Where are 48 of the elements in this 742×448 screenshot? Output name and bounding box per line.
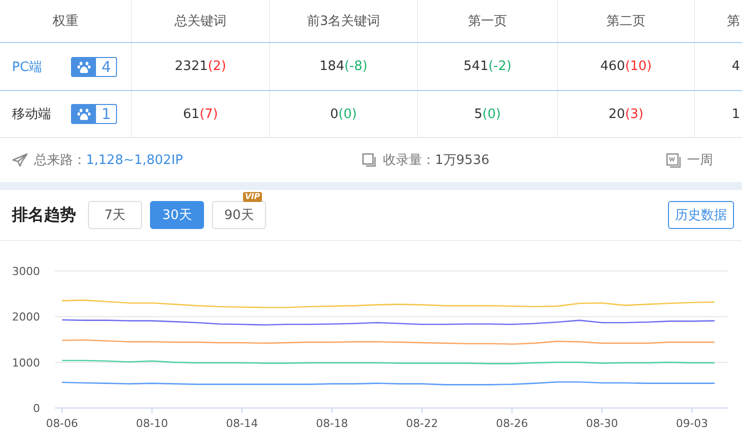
platform-label: 移动端: [12, 106, 51, 123]
squares-icon: [362, 152, 377, 168]
platform-label[interactable]: PC端: [12, 58, 42, 76]
keyword-count: 184(-8): [320, 59, 368, 74]
paper-plane-icon: [12, 153, 28, 167]
x-axis-label: 08-10: [136, 417, 168, 430]
stat-label: 总来路：: [34, 152, 86, 169]
x-axis-label: 08-18: [316, 417, 348, 430]
range-button[interactable]: 7天: [88, 201, 142, 229]
column-header: 第二页: [558, 0, 695, 42]
range-button[interactable]: 30天: [150, 201, 204, 229]
column-header: 前3名关键词: [270, 0, 418, 42]
weight-badge: 1: [71, 104, 117, 124]
x-axis-label: 08-06: [46, 417, 78, 430]
x-axis-label: 08-26: [496, 417, 528, 430]
column-header: 第一页: [418, 0, 558, 42]
paw-icon: [77, 60, 92, 74]
keyword-count: 0(0): [330, 106, 357, 122]
section-title: 排名趋势: [12, 204, 76, 226]
keyword-count: 20(3): [608, 106, 644, 122]
keyword-count: 2321(2): [174, 59, 226, 74]
stat-value[interactable]: 1,128~1,802IP: [86, 152, 183, 168]
x-axis-label: 08-30: [586, 417, 618, 430]
keyword-count: 460(10): [600, 59, 652, 74]
y-axis-label: 2000: [12, 310, 40, 324]
x-axis-label: 09-03: [676, 417, 708, 430]
y-axis-label: 0: [33, 402, 40, 415]
paw-icon: [77, 107, 92, 121]
keyword-count: 5(0): [474, 106, 501, 122]
history-button[interactable]: 历史数据: [668, 201, 734, 229]
range-button[interactable]: 90天: [212, 201, 266, 229]
stat-value: 1万9536: [435, 152, 490, 169]
x-axis-label: 08-14: [226, 417, 258, 430]
vip-badge: VIP: [242, 192, 262, 202]
stat-label: 收录量：: [383, 152, 435, 169]
stat-label: 一周: [687, 152, 713, 169]
y-axis-label: 1000: [12, 356, 40, 370]
column-header: 第: [726, 13, 741, 31]
keyword-count: 4: [732, 59, 740, 74]
weight-badge: 4: [71, 56, 117, 76]
y-axis-label: 3000: [12, 265, 40, 278]
keyword-count: 61(7): [183, 106, 218, 122]
column-header: 总关键词: [132, 0, 270, 42]
x-axis-label: 08-22: [406, 417, 438, 430]
column-header: 权重: [0, 0, 132, 42]
keyword-count: 1: [732, 106, 740, 122]
keyword-count: 541(-2): [464, 59, 512, 74]
document-icon: [666, 152, 681, 168]
